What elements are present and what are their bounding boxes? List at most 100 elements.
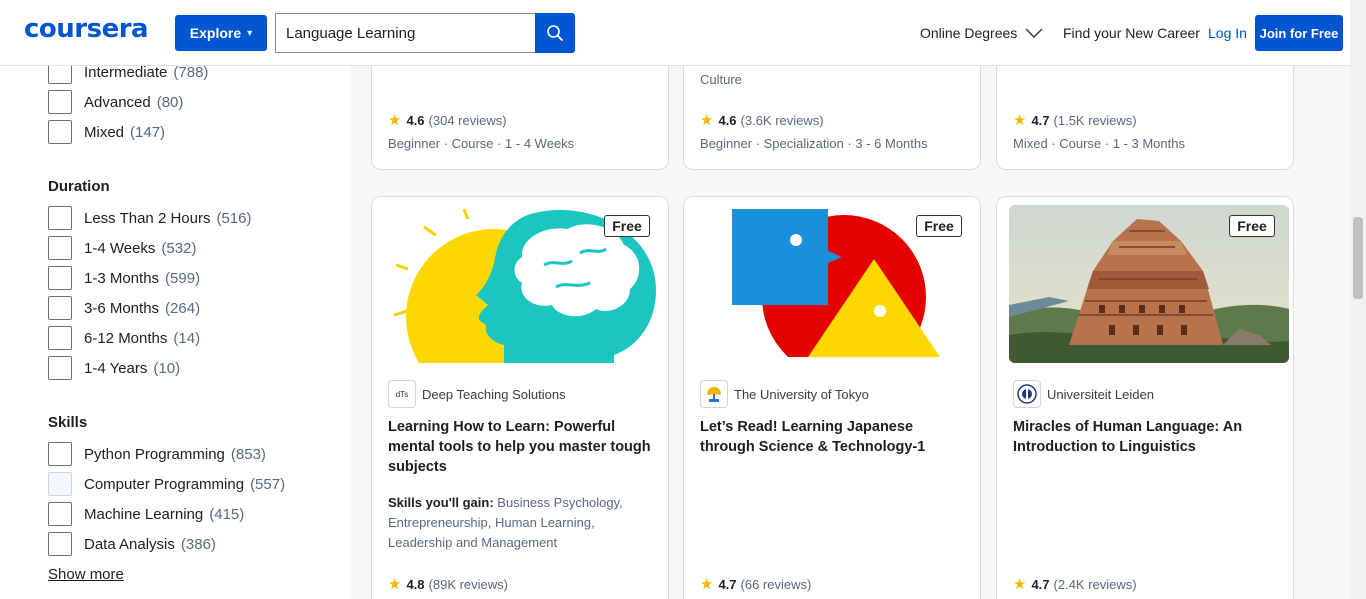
star-icon: ★: [1013, 576, 1027, 593]
partner-info: The University of Tokyo: [700, 380, 869, 408]
checkbox[interactable]: [48, 206, 72, 230]
course-card[interactable]: Free Universiteit Leiden Miracles of Hum…: [996, 196, 1294, 599]
filter-option-count: (415): [209, 505, 245, 523]
filter-option-label: 1-4 Weeks: [84, 239, 156, 257]
filter-option-label: 1-4 Years: [84, 359, 148, 377]
checkbox[interactable]: [48, 502, 72, 526]
partner-info: dTs Deep Teaching Solutions: [388, 380, 566, 408]
star-icon: ★: [388, 576, 402, 593]
login-link[interactable]: Log In: [1208, 25, 1247, 41]
checkbox[interactable]: [48, 472, 72, 496]
online-degrees-menu[interactable]: Online Degrees: [920, 25, 1043, 41]
filter-option-label: 3-6 Months: [84, 299, 160, 317]
coursera-logo[interactable]: coursera: [24, 14, 149, 44]
filter-option-label: Less Than 2 Hours: [84, 209, 211, 227]
filter-option-count: (788): [173, 63, 209, 81]
ginkgo-logo-icon: [707, 387, 721, 402]
checkbox[interactable]: [48, 90, 72, 114]
course-rating: ★ 4.7 (2.4K reviews): [1013, 575, 1137, 593]
filter-option-python-programming[interactable]: Python Programming (853): [48, 442, 266, 466]
filter-option-count: (264): [165, 299, 201, 317]
filter-option-label: 6-12 Months: [84, 329, 168, 347]
star-icon: ★: [388, 112, 402, 129]
course-skills: Skills you'll gain: Business Psychology,…: [388, 493, 658, 553]
chevron-down-icon: [1025, 28, 1043, 38]
course-card[interactable]: Free dTs Deep Teaching Solutions Learnin…: [371, 196, 669, 599]
filter-option-count: (599): [165, 269, 201, 287]
checkbox[interactable]: [48, 356, 72, 380]
filter-option-label: Mixed: [84, 123, 125, 141]
find-career-link[interactable]: Find your New Career: [1063, 25, 1200, 41]
free-badge: Free: [604, 215, 650, 237]
filter-option-count: (386): [180, 535, 216, 553]
show-more-link[interactable]: Show more: [48, 566, 124, 583]
filter-option-advanced[interactable]: Advanced (80): [48, 90, 183, 114]
filter-option-1-3-months[interactable]: 1-3 Months (599): [48, 266, 200, 290]
course-meta: Mixed · Course · 1 - 3 Months: [1013, 136, 1185, 151]
filter-option-mixed[interactable]: Mixed (147): [48, 120, 165, 144]
rating-value: 4.6: [718, 112, 737, 128]
explore-button[interactable]: Explore ▾: [175, 15, 267, 51]
course-rating: ★ 4.6 (304 reviews): [388, 111, 507, 129]
filter-option-machine-learning[interactable]: Machine Learning (415): [48, 502, 244, 526]
page-scrollbar[interactable]: [1350, 0, 1366, 599]
filter-option-label: Computer Programming: [84, 475, 245, 493]
partner-name: The University of Tokyo: [734, 386, 869, 402]
review-count: (1.5K reviews): [1053, 112, 1137, 128]
checkbox[interactable]: [48, 236, 72, 260]
scrollbar-thumb[interactable]: [1353, 217, 1363, 299]
search-button[interactable]: [535, 13, 575, 53]
course-rating: ★ 4.7 (66 reviews): [700, 575, 811, 593]
rating-value: 4.6: [406, 112, 425, 128]
filter-option-1-4-years[interactable]: 1-4 Years (10): [48, 356, 180, 380]
skills-heading: Skills: [48, 414, 88, 431]
filter-option-count: (532): [161, 239, 197, 257]
rating-value: 4.7: [1031, 112, 1050, 128]
checkbox[interactable]: [48, 442, 72, 466]
partner-logo: [700, 380, 728, 408]
rating-value: 4.7: [718, 576, 737, 592]
search-icon: [547, 25, 564, 42]
checkbox[interactable]: [48, 120, 72, 144]
search-input[interactable]: Language Learning: [275, 13, 536, 53]
explore-label: Explore: [189, 25, 242, 41]
partner-name: Deep Teaching Solutions: [422, 386, 566, 402]
filter-option-label: 1-3 Months: [84, 269, 160, 287]
join-for-free-button[interactable]: Join for Free: [1255, 15, 1343, 51]
free-badge: Free: [1229, 215, 1275, 237]
filter-option-less-than-2-hours[interactable]: Less Than 2 Hours (516): [48, 206, 252, 230]
star-icon: ★: [700, 576, 714, 593]
review-count: (3.6K reviews): [740, 112, 824, 128]
filter-option-computer-programming[interactable]: Computer Programming (557): [48, 472, 285, 496]
filter-option-count: (14): [173, 329, 201, 347]
filter-option-count: (853): [230, 445, 266, 463]
partner-name: Universiteit Leiden: [1047, 386, 1154, 402]
review-count: (304 reviews): [428, 112, 507, 128]
course-title[interactable]: Miracles of Human Language: An Introduct…: [1013, 417, 1283, 457]
top-header: coursera Explore ▾ Language Learning Onl…: [0, 0, 1350, 66]
course-card[interactable]: Free The University of Tokyo Let’s Read!…: [683, 196, 981, 599]
review-count: (66 reviews): [740, 576, 812, 592]
checkbox[interactable]: [48, 532, 72, 556]
course-rating: ★ 4.7 (1.5K reviews): [1013, 111, 1137, 129]
filter-option-label: Machine Learning: [84, 505, 204, 523]
checkbox[interactable]: [48, 266, 72, 290]
filter-option-data-analysis[interactable]: Data Analysis (386): [48, 532, 216, 556]
filter-option-count: (80): [156, 93, 184, 111]
filter-option-count: (516): [216, 209, 252, 227]
checkbox[interactable]: [48, 296, 72, 320]
filter-option-1-4-weeks[interactable]: 1-4 Weeks (532): [48, 236, 196, 260]
checkbox[interactable]: [48, 326, 72, 350]
course-title[interactable]: Let’s Read! Learning Japanese through Sc…: [700, 417, 970, 457]
rating-value: 4.7: [1031, 576, 1050, 592]
filter-option-3-6-months[interactable]: 3-6 Months (264): [48, 296, 200, 320]
filter-option-label: Python Programming: [84, 445, 225, 463]
review-count: (89K reviews): [428, 576, 508, 592]
review-count: (2.4K reviews): [1053, 576, 1137, 592]
course-meta: Beginner · Specialization · 3 - 6 Months: [700, 136, 928, 151]
course-title[interactable]: Learning How to Learn: Powerful mental t…: [388, 417, 658, 477]
filter-option-count: (147): [130, 123, 166, 141]
duration-heading: Duration: [48, 178, 110, 195]
course-rating: ★ 4.6 (3.6K reviews): [700, 111, 824, 129]
filter-option-6-12-months[interactable]: 6-12 Months (14): [48, 326, 200, 350]
